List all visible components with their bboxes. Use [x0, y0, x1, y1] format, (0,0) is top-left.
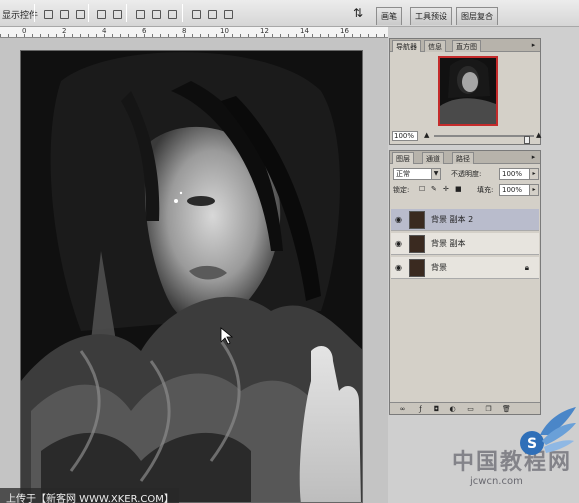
document-image[interactable]: [20, 50, 363, 503]
lock-position-icon[interactable]: ✛: [443, 185, 449, 193]
fill-field[interactable]: 100% ▸: [499, 184, 539, 196]
navigator-panel: 导航器 信息 直方图 ▸ 100% ▲ ▲: [389, 38, 541, 145]
align-bottom-icon[interactable]: [72, 5, 86, 21]
tab-info[interactable]: 信息: [424, 40, 446, 52]
link-layers-icon[interactable]: ∞: [398, 405, 407, 413]
opacity-label: 不透明度:: [451, 170, 482, 178]
canvas-area[interactable]: [0, 38, 388, 503]
fill-value: 100%: [502, 186, 523, 194]
layer-row[interactable]: ◉ 背景 🔒︎: [391, 257, 539, 279]
lock-label: 锁定:: [393, 186, 410, 194]
well-tab-brushes[interactable]: 画笔: [376, 7, 402, 25]
ruler-number: 6: [142, 27, 147, 35]
wings-logo-icon: S: [520, 407, 576, 455]
portrait-photo: [21, 51, 362, 502]
zoom-slider-handle[interactable]: [524, 136, 530, 144]
toolbar-separator: [88, 4, 89, 22]
layer-name: 背景 副本: [431, 239, 466, 248]
layers-tabs: 图层 通道 路径 ▸: [390, 151, 540, 164]
ruler-number: 10: [220, 27, 229, 35]
tab-layers[interactable]: 图层: [392, 152, 414, 164]
blend-row: 正常 ▼ 不透明度: 100% ▸: [393, 168, 539, 180]
svg-text:S: S: [527, 436, 537, 452]
eye-icon[interactable]: ◉: [395, 240, 403, 248]
distribute-top-icon[interactable]: [132, 5, 146, 21]
auto-align-icon[interactable]: ⇅: [350, 5, 366, 21]
lock-all-icon[interactable]: ■: [455, 185, 462, 193]
toolbar-separator: [182, 4, 183, 22]
panel-menu-icon[interactable]: ▸: [529, 41, 538, 50]
chevron-right-icon: ▸: [529, 169, 538, 179]
eye-icon[interactable]: ◉: [395, 264, 403, 272]
layer-row[interactable]: ◉ 背景 副本 2: [391, 209, 539, 231]
horizontal-ruler: 0 2 4 6 8 10 12 14 16: [0, 27, 388, 38]
lock-row: 锁定: ☐ ✎ ✛ ■ 填充: 100% ▸: [393, 184, 539, 196]
lock-image-icon[interactable]: ✎: [431, 185, 437, 193]
ruler-number: 2: [62, 27, 67, 35]
zoom-slider[interactable]: [434, 135, 534, 144]
show-transform-controls-label: 显示控件: [2, 11, 39, 21]
ruler-number: 0: [22, 27, 27, 35]
well-tab-layer-comps[interactable]: 图层复合: [456, 7, 498, 25]
ruler-number: 4: [102, 27, 107, 35]
new-group-icon[interactable]: ▭: [466, 405, 475, 413]
ruler-number: 14: [300, 27, 309, 35]
ruler-number: 8: [182, 27, 187, 35]
tab-channels[interactable]: 通道: [422, 152, 444, 164]
align-hcenter-icon[interactable]: [109, 5, 123, 21]
layer-name: 背景 副本 2: [431, 215, 474, 224]
ruler-number: 12: [260, 27, 269, 35]
layers-panel: 图层 通道 路径 ▸ 正常 ▼ 不透明度: 100% ▸ 锁定: ☐ ✎ ✛ ■…: [389, 150, 541, 415]
layer-style-icon[interactable]: ƒ: [416, 405, 425, 413]
navigator-preview-image: [440, 58, 496, 124]
distribute-vcenter-icon[interactable]: [148, 5, 162, 21]
upload-watermark: 上传于【新客网 WWW.XKER.COM】: [0, 488, 179, 503]
new-layer-icon[interactable]: ❐: [484, 405, 493, 413]
zoom-out-icon[interactable]: ▲: [424, 131, 429, 139]
distribute-right-icon[interactable]: [220, 5, 234, 21]
align-vcenter-icon[interactable]: [56, 5, 70, 21]
layer-thumbnail: [409, 259, 425, 277]
lock-transparent-icon[interactable]: ☐: [419, 185, 425, 193]
tab-paths[interactable]: 路径: [452, 152, 474, 164]
eye-icon[interactable]: ◉: [395, 216, 403, 224]
layer-name: 背景: [431, 263, 447, 272]
blend-mode-select[interactable]: 正常 ▼: [393, 168, 441, 180]
distribute-bottom-icon[interactable]: [164, 5, 178, 21]
zoom-in-icon[interactable]: ▲: [536, 131, 541, 139]
align-left-icon[interactable]: [93, 5, 107, 21]
fill-label: 填充:: [477, 186, 494, 194]
options-bar: 显示控件 ⇅ 画笔 工具预设 图层复合: [0, 0, 579, 27]
tab-histogram[interactable]: 直方图: [452, 40, 481, 52]
chevron-down-icon: ▼: [431, 169, 440, 179]
navigator-thumbnail[interactable]: [438, 56, 498, 126]
adjustment-layer-icon[interactable]: ◐: [448, 405, 457, 413]
site-url-watermark: jcwcn.com: [470, 476, 523, 487]
layer-thumbnail: [409, 211, 425, 229]
tab-navigator[interactable]: 导航器: [392, 40, 421, 52]
layer-row[interactable]: ◉ 背景 副本: [391, 233, 539, 255]
opacity-value: 100%: [502, 170, 523, 178]
align-top-icon[interactable]: [40, 5, 54, 21]
toolbar-separator: [34, 4, 35, 22]
layer-thumbnail: [409, 235, 425, 253]
panel-menu-icon[interactable]: ▸: [529, 153, 538, 162]
distribute-left-icon[interactable]: [188, 5, 202, 21]
blend-mode-value: 正常: [396, 170, 410, 178]
lock-icon: 🔒︎: [524, 263, 529, 272]
well-tab-tool-presets[interactable]: 工具预设: [410, 7, 452, 25]
chevron-right-icon: ▸: [529, 185, 538, 195]
navigator-tabs: 导航器 信息 直方图 ▸: [390, 39, 540, 52]
opacity-field[interactable]: 100% ▸: [499, 168, 539, 180]
zoom-value[interactable]: 100%: [392, 131, 418, 141]
layer-mask-icon[interactable]: ◘: [432, 405, 441, 413]
navigator-zoom-bar: 100% ▲ ▲: [392, 131, 541, 144]
distribute-hcenter-icon[interactable]: [204, 5, 218, 21]
ruler-number: 16: [340, 27, 349, 35]
toolbar-separator: [126, 4, 127, 22]
